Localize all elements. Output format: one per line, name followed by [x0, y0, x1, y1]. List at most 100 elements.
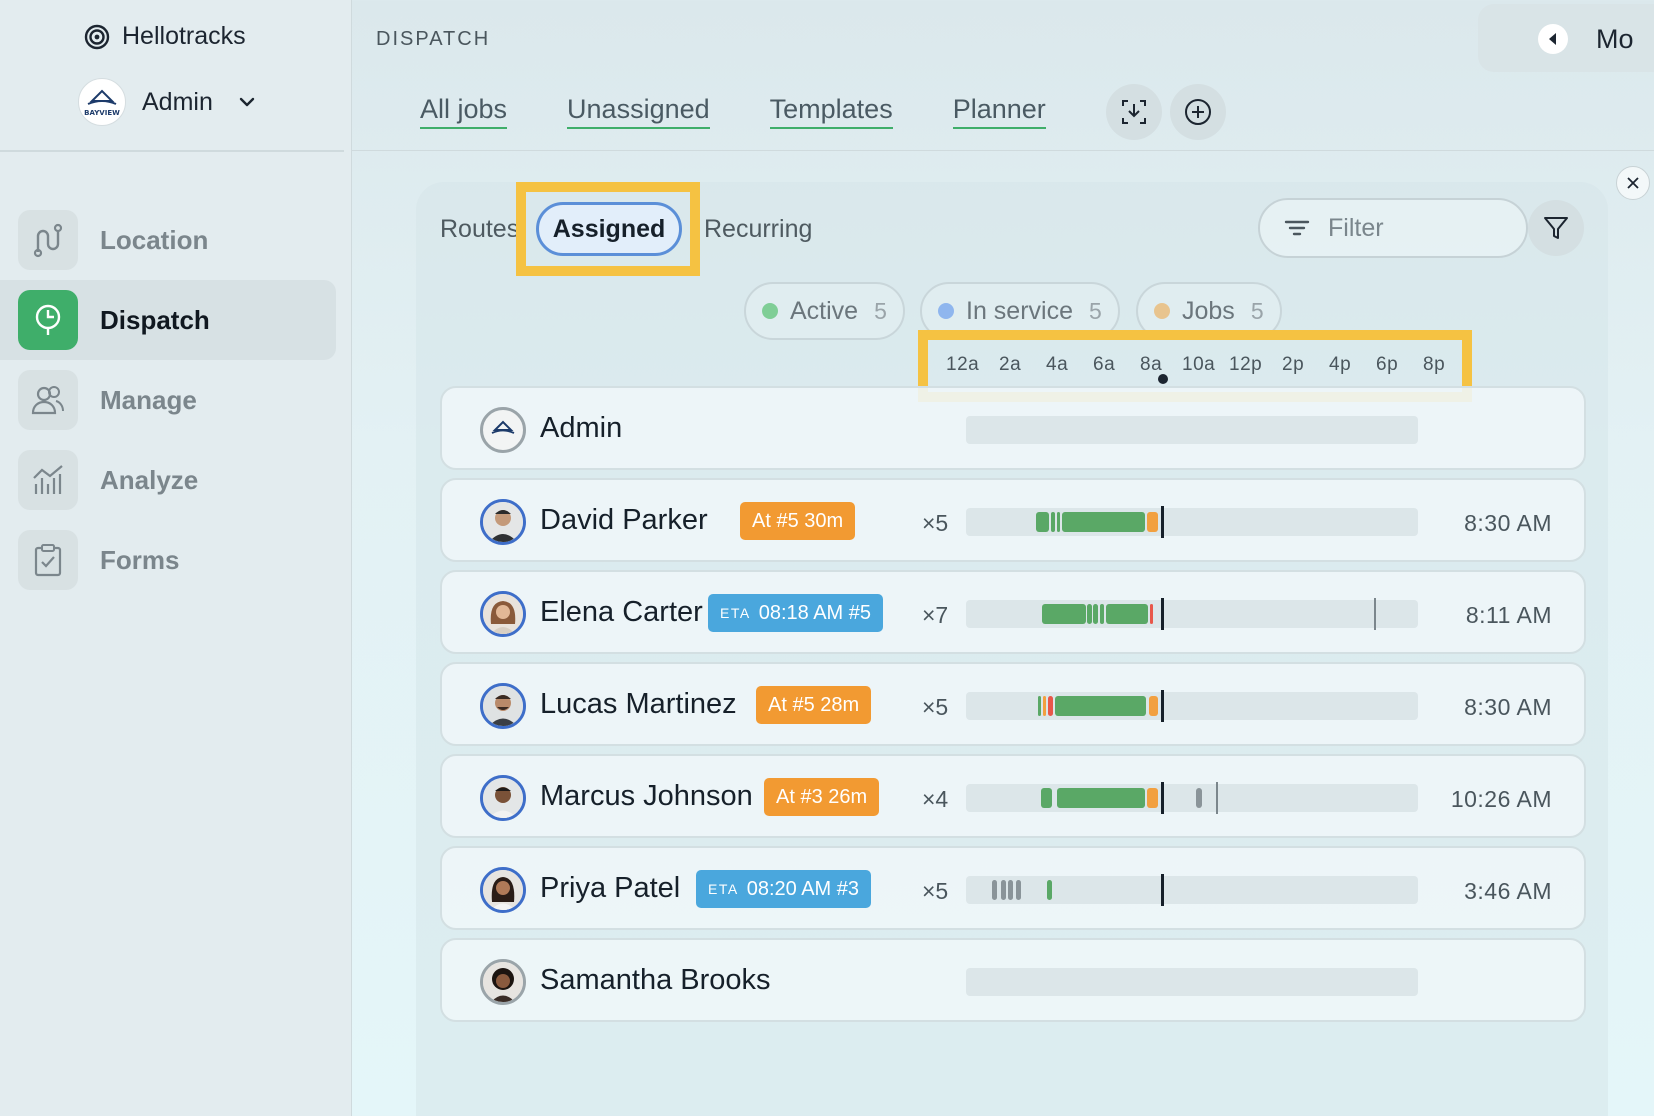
worker-row-samantha-brooks[interactable]: Samantha Brooks [440, 938, 1586, 1022]
timeline-segment[interactable] [1041, 604, 1086, 624]
worker-name: Marcus Johnson [540, 780, 753, 812]
subtab-assigned[interactable]: Assigned [536, 202, 682, 256]
timeline-segment[interactable] [1047, 880, 1053, 900]
timeline-segment[interactable] [1062, 512, 1146, 532]
status-badge: At #5 30m [740, 502, 856, 540]
badge-text: At #3 26m [776, 785, 868, 808]
eta-badge: ETA 08:20 AM #3 [696, 870, 872, 908]
chip-count: 5 [1250, 297, 1264, 324]
axis-tick: 4a [1046, 354, 1069, 375]
account-logo-text: BAYVIEW [84, 109, 120, 117]
sidebar-divider [0, 150, 344, 152]
account-name: Admin [142, 87, 213, 116]
person-avatar-icon [483, 502, 523, 542]
badge-text: At #5 30m [752, 509, 844, 532]
tab-planner[interactable]: Planner [952, 94, 1046, 129]
subtab-routes[interactable]: Routes [440, 215, 519, 244]
job-count: ×4 [922, 786, 949, 812]
timeline-segment[interactable] [1087, 604, 1092, 624]
main-nav: Location Dispatch Manage Analyze Forms [0, 200, 352, 600]
timeline-segment[interactable] [1147, 512, 1159, 532]
current-time-line [1160, 782, 1164, 814]
start-time: 8:30 AM [1464, 694, 1552, 720]
account-logo: BAYVIEW [78, 78, 126, 126]
brand[interactable]: Hellotracks [84, 22, 246, 51]
timeline-segment[interactable] [1042, 696, 1046, 716]
timeline-segment[interactable] [1105, 604, 1148, 624]
timeline-segment[interactable] [1051, 512, 1055, 532]
filter-lines-icon [1284, 220, 1310, 236]
jobs-dot-icon [1154, 303, 1170, 319]
timeline-segment[interactable] [992, 880, 998, 900]
nav-label: Forms [100, 544, 180, 575]
tab-unassigned[interactable]: Unassigned [567, 94, 710, 129]
start-time: 3:46 AM [1464, 878, 1552, 904]
timeline-segment[interactable] [1037, 696, 1042, 716]
tab-all-jobs[interactable]: All jobs [420, 94, 508, 129]
account-switcher[interactable]: BAYVIEW Admin [78, 78, 257, 126]
nav-item-dispatch[interactable]: Dispatch [0, 280, 336, 360]
worker-row-priya-patel[interactable]: Priya Patel ETA 08:20 AM #3 ×5 3:46 AM [440, 846, 1586, 930]
current-time-line [1160, 690, 1164, 722]
avatar [480, 407, 526, 453]
nav-item-forms[interactable]: Forms [0, 520, 352, 600]
tab-templates[interactable]: Templates [769, 94, 893, 129]
shift-end-marker [1373, 598, 1376, 630]
person-avatar-icon [483, 870, 523, 910]
caret-left-icon [1538, 24, 1568, 54]
nav-item-manage[interactable]: Manage [0, 360, 352, 440]
status-badge: At #5 28m [756, 686, 872, 724]
active-dot-icon [762, 303, 778, 319]
sidebar: Hellotracks BAYVIEW Admin Location Dispa… [0, 0, 352, 1116]
timeline-segment[interactable] [1041, 788, 1052, 808]
nav-item-analyze[interactable]: Analyze [0, 440, 352, 520]
axis-tick: 4p [1329, 354, 1352, 375]
axis-tick: 6p [1376, 354, 1399, 375]
timeline-segment[interactable] [1093, 604, 1098, 624]
timeline-segment[interactable] [1036, 512, 1050, 532]
axis-tick: 12a [946, 354, 980, 375]
mode-label: Mo [1596, 24, 1634, 54]
timeline-segment[interactable] [1008, 880, 1014, 900]
current-time-line [1160, 874, 1164, 906]
start-time: 8:30 AM [1464, 510, 1552, 536]
timeline-segment[interactable] [1047, 696, 1054, 716]
nav-item-location[interactable]: Location [0, 200, 352, 280]
timeline-segment[interactable] [1056, 512, 1060, 532]
worker-name: Priya Patel [540, 872, 681, 904]
person-avatar-icon [483, 778, 523, 818]
close-icon [1627, 177, 1639, 189]
axis-tick: 8a [1140, 354, 1163, 375]
close-button[interactable] [1616, 166, 1650, 200]
timeline-segment[interactable] [1016, 880, 1022, 900]
add-job-button[interactable] [1170, 84, 1226, 140]
axis-tick: 2p [1282, 354, 1305, 375]
timeline-segment[interactable] [1000, 880, 1006, 900]
worker-name: Lucas Martinez [540, 688, 737, 720]
person-avatar-icon [483, 594, 523, 634]
advanced-filter-button[interactable] [1528, 200, 1584, 256]
timeline-segment[interactable] [1147, 788, 1159, 808]
chevron-down-icon [239, 97, 255, 107]
worker-row-david-parker[interactable]: David Parker At #5 30m ×5 8:30 AM [440, 478, 1586, 562]
badge-prefix: ETA [708, 881, 739, 897]
current-time-marker [1158, 374, 1168, 384]
timeline-segment[interactable] [1148, 696, 1159, 716]
worker-row-marcus-johnson[interactable]: Marcus Johnson At #3 26m ×4 10:26 AM [440, 754, 1586, 838]
subtab-recurring[interactable]: Recurring [704, 215, 812, 244]
timeline-segment[interactable] [1196, 788, 1202, 808]
timeline-segment[interactable] [1056, 788, 1145, 808]
axis-tick: 8p [1423, 354, 1446, 375]
timeline-segment[interactable] [1055, 696, 1147, 716]
mode-toggle[interactable]: Mo [1478, 4, 1654, 72]
status-chip-active[interactable]: Active 5 [744, 282, 905, 340]
worker-row-admin[interactable]: Admin [440, 386, 1586, 470]
filter-input[interactable]: Filter [1258, 198, 1528, 258]
start-time: 8:11 AM [1465, 602, 1552, 628]
spiral-logo-icon [84, 24, 110, 49]
import-button[interactable] [1106, 84, 1162, 140]
timeline-segment[interactable] [1149, 604, 1153, 624]
timeline-segment[interactable] [1099, 604, 1105, 624]
worker-row-lucas-martinez[interactable]: Lucas Martinez At #5 28m ×5 8:30 AM [440, 662, 1586, 746]
worker-row-elena-carter[interactable]: Elena Carter ETA 08:18 AM #5 ×7 8:11 AM [440, 570, 1586, 654]
